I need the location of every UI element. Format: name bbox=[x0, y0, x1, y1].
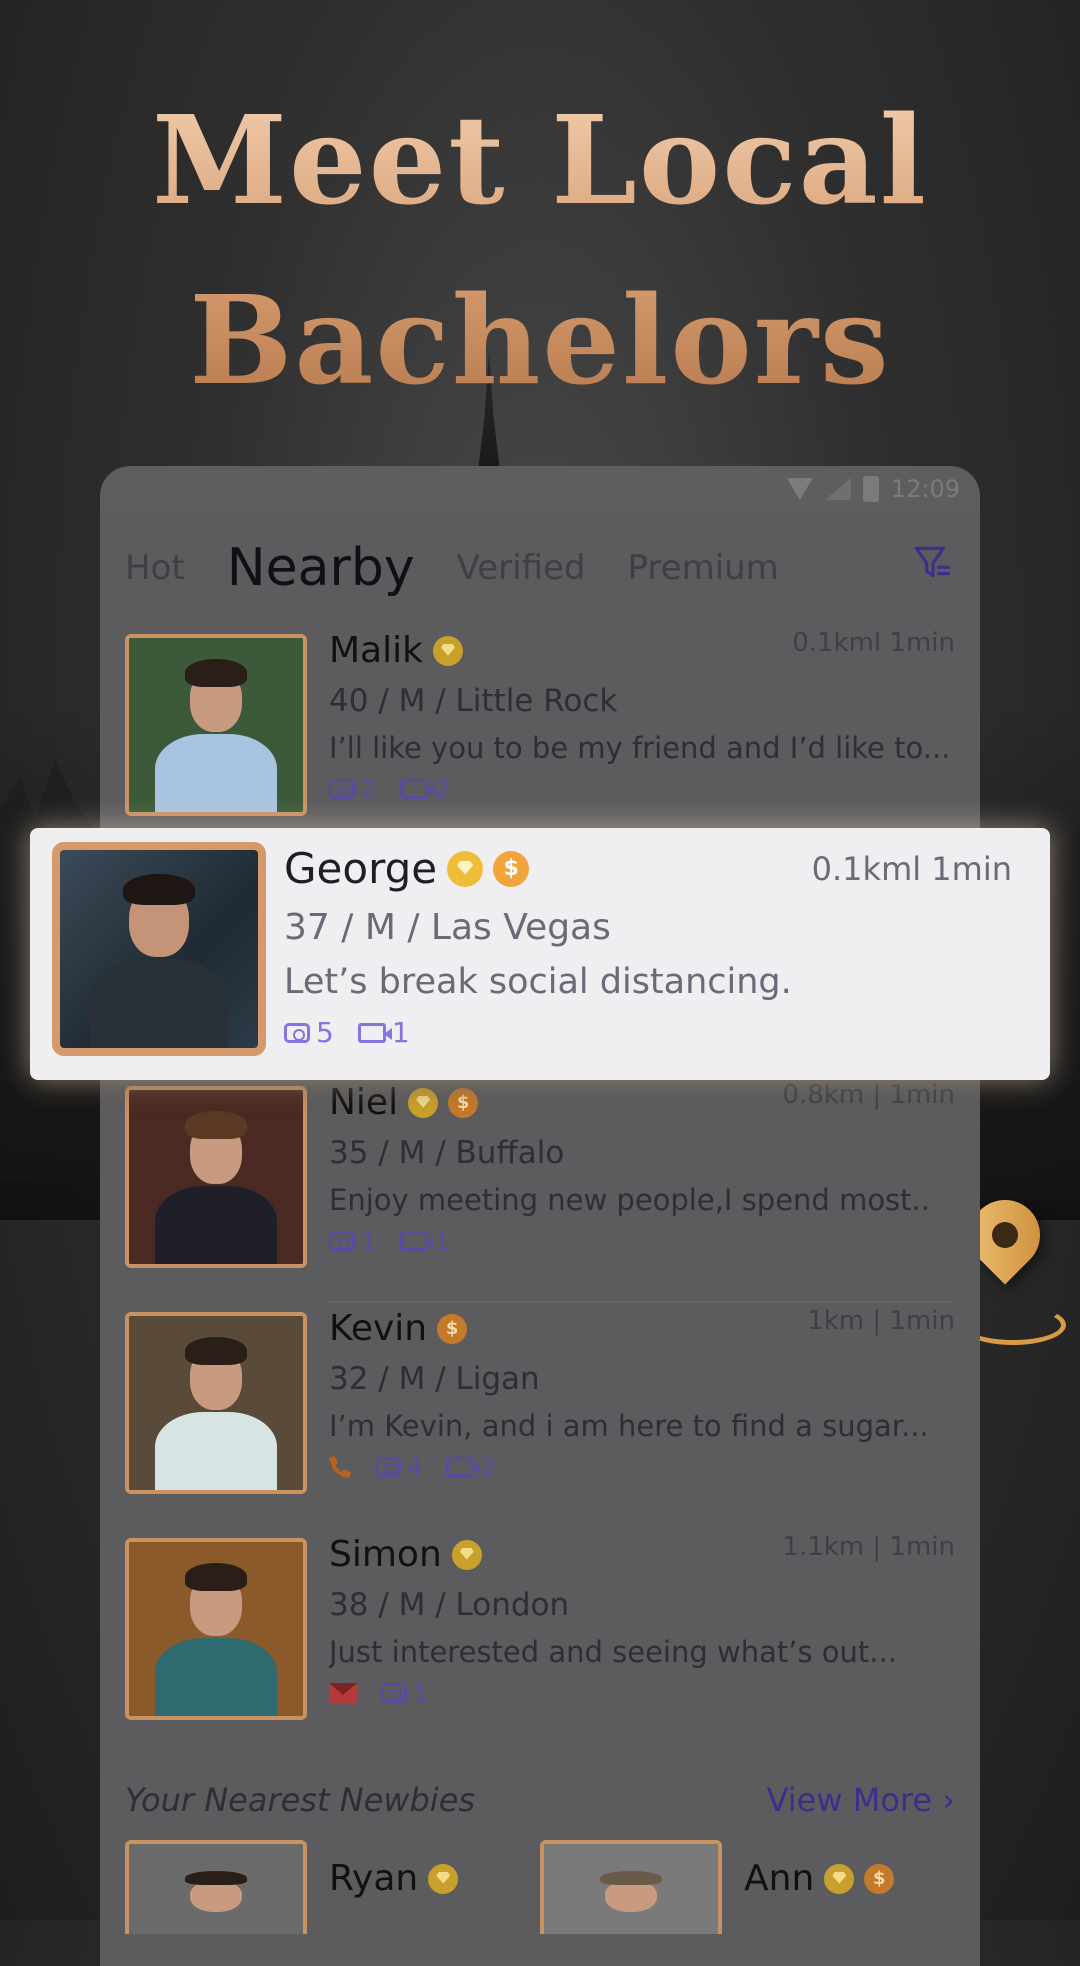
tab-nearby[interactable]: Nearby bbox=[227, 538, 415, 598]
avatar[interactable] bbox=[125, 634, 307, 816]
profile-meta: 38 / M / London bbox=[329, 1587, 570, 1623]
newbie-name: Ann bbox=[744, 1858, 815, 1899]
profile-meta: 35 / M / Buffalo bbox=[329, 1135, 565, 1171]
diamond-badge-icon bbox=[824, 1863, 855, 1894]
profile-name: Simon bbox=[329, 1534, 442, 1575]
distance-label: 1.1km | 1min bbox=[782, 1532, 955, 1562]
video-icon bbox=[446, 1457, 481, 1477]
profile-meta: 32 / M / Ligan bbox=[329, 1361, 540, 1397]
mail-icon bbox=[329, 1683, 357, 1703]
profile-bio: Let’s break social distancing. bbox=[284, 962, 792, 1002]
avatar[interactable] bbox=[52, 842, 266, 1056]
profile-bio: Enjoy meeting new people,I spend most.. bbox=[329, 1183, 930, 1217]
profile-meta: 37 / M / Las Vegas bbox=[284, 907, 611, 948]
signal-icon bbox=[824, 478, 851, 500]
video-icon bbox=[400, 779, 435, 799]
battery-icon bbox=[862, 476, 879, 502]
photo-count: 2 bbox=[361, 775, 377, 803]
photo-count: 1 bbox=[361, 1227, 377, 1255]
hero-title: Meet Local Bachelors bbox=[0, 70, 1080, 430]
distance-label: 0.1kml 1min bbox=[792, 628, 955, 658]
profile-name: Kevin bbox=[329, 1308, 428, 1349]
camera-icon bbox=[329, 779, 355, 799]
profile-name: Niel bbox=[329, 1082, 399, 1123]
profile-name: Malik bbox=[329, 630, 423, 671]
highlighted-profile-card[interactable]: George $ 0.1kml 1min 37 / M / Las Vegas … bbox=[30, 828, 1050, 1080]
avatar[interactable] bbox=[125, 1312, 307, 1494]
distance-label: 1km | 1min bbox=[807, 1306, 955, 1336]
filter-icon[interactable] bbox=[912, 542, 954, 584]
coin-badge-icon: $ bbox=[864, 1863, 895, 1894]
hero-title-line-2: Bachelors bbox=[189, 268, 891, 412]
diamond-badge-icon bbox=[447, 850, 484, 887]
video-count: 2 bbox=[480, 1453, 496, 1481]
video-icon bbox=[357, 1022, 392, 1043]
newbies-title: Your Nearest Newbies bbox=[125, 1781, 476, 1819]
tab-verified[interactable]: Verified bbox=[457, 548, 586, 588]
diamond-badge-icon bbox=[428, 1863, 459, 1894]
app-screen: Hot Nearby Verified Premium Malik 0.1kml… bbox=[100, 512, 980, 1966]
tab-bar: Hot Nearby Verified Premium bbox=[100, 512, 980, 624]
profile-bio: I’ll like you to be my friend and I’d li… bbox=[329, 731, 951, 765]
photo-count: 1 bbox=[413, 1679, 429, 1707]
distance-label: 0.1kml 1min bbox=[811, 850, 1012, 888]
avatar[interactable] bbox=[125, 1538, 307, 1720]
diamond-badge-icon bbox=[451, 1539, 482, 1570]
tab-premium[interactable]: Premium bbox=[628, 548, 779, 588]
coin-badge-icon: $ bbox=[437, 1313, 468, 1344]
photo-count: 5 bbox=[316, 1016, 334, 1049]
tab-hot[interactable]: Hot bbox=[125, 548, 185, 588]
list-item[interactable]: Kevin $ 1km | 1min 32 / M / Ligan I’m Ke… bbox=[125, 1302, 955, 1528]
phone-call-icon bbox=[329, 1456, 351, 1478]
wifi-icon bbox=[786, 478, 813, 500]
status-time: 12:09 bbox=[890, 475, 960, 503]
profile-bio: I’m Kevin, and i am here to find a sugar… bbox=[329, 1409, 929, 1443]
video-count: 2 bbox=[434, 775, 450, 803]
video-icon bbox=[400, 1231, 435, 1251]
camera-icon bbox=[381, 1683, 407, 1703]
diamond-badge-icon bbox=[408, 1087, 439, 1118]
photo-count: 4 bbox=[407, 1453, 423, 1481]
list-item[interactable]: Niel $ 0.8km | 1min 35 / M / Buffalo Enj… bbox=[125, 1076, 955, 1302]
profile-list: Malik 0.1kml 1min 40 / M / Little Rock I… bbox=[100, 624, 980, 1754]
newbies-header: Your Nearest Newbies View More › bbox=[100, 1760, 980, 1840]
video-count: 1 bbox=[434, 1227, 450, 1255]
camera-icon bbox=[329, 1231, 355, 1251]
list-item[interactable]: Simon 1.1km | 1min 38 / M / London Just … bbox=[125, 1528, 955, 1754]
video-count: 1 bbox=[391, 1016, 410, 1049]
profile-meta: 40 / M / Little Rock bbox=[329, 683, 618, 719]
coin-badge-icon: $ bbox=[448, 1087, 479, 1118]
diamond-badge-icon bbox=[432, 635, 463, 666]
avatar[interactable] bbox=[125, 1086, 307, 1268]
camera-icon bbox=[284, 1022, 310, 1043]
hero-title-line-1: Meet Local bbox=[152, 88, 928, 232]
newbie-name: Ryan bbox=[329, 1858, 419, 1899]
coin-badge-icon: $ bbox=[493, 850, 530, 887]
distance-label: 0.8km | 1min bbox=[782, 1080, 955, 1110]
camera-icon bbox=[375, 1457, 401, 1477]
list-item[interactable]: Malik 0.1kml 1min 40 / M / Little Rock I… bbox=[125, 624, 955, 850]
phone-mockup: 12:09 Hot Nearby Verified Premium Malik … bbox=[100, 466, 980, 1966]
profile-name: George bbox=[284, 844, 438, 893]
profile-bio: Just interested and seeing what’s out... bbox=[329, 1635, 897, 1669]
view-more-link[interactable]: View More › bbox=[767, 1781, 955, 1819]
status-bar: 12:09 bbox=[100, 466, 980, 512]
